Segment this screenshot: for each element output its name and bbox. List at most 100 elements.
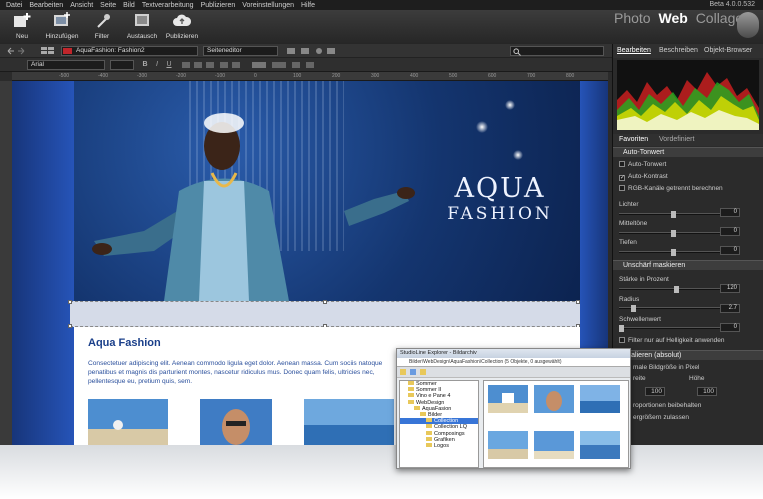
- menu-item-hilfe[interactable]: Hilfe: [301, 2, 315, 9]
- menu-item-bild[interactable]: Bild: [123, 2, 135, 9]
- filter-button[interactable]: Filter: [82, 12, 122, 40]
- italic-button[interactable]: I: [152, 60, 162, 70]
- explorer-toolbar: [397, 367, 630, 378]
- explorer-tool-icons[interactable]: [397, 367, 457, 377]
- lights-slider[interactable]: [619, 211, 727, 218]
- menu-item-ansicht[interactable]: Ansicht: [70, 2, 93, 9]
- page-body-text[interactable]: Consectetuer adipiscing elit. Aenean com…: [88, 359, 388, 386]
- view-tools-icon[interactable]: [285, 46, 345, 56]
- search-input[interactable]: [510, 46, 604, 56]
- layout-grid-icon[interactable]: [40, 46, 56, 56]
- allow-enlarge-label[interactable]: ergrößern zulassen: [633, 414, 689, 421]
- tab-beschreiben[interactable]: Beschreiben: [659, 47, 698, 54]
- threshold-slider[interactable]: [619, 325, 727, 332]
- tab-bearbeiten[interactable]: Bearbeiten: [617, 47, 651, 54]
- depths-value[interactable]: 0: [720, 246, 740, 255]
- width-input[interactable]: 100: [645, 387, 665, 396]
- resize-handle[interactable]: [68, 300, 72, 304]
- mode-photo[interactable]: Photo: [614, 10, 651, 26]
- thumbnail[interactable]: [580, 431, 620, 459]
- checkbox-checked[interactable]: ✓: [619, 175, 625, 181]
- font-size-select[interactable]: [110, 60, 134, 70]
- preset-tabs: Favoriten Vordefiniert: [613, 134, 763, 146]
- height-input[interactable]: 100: [697, 387, 717, 396]
- menu-item-bearbeiten[interactable]: Bearbeiten: [29, 2, 63, 9]
- lights-value[interactable]: 0: [720, 208, 740, 217]
- mode-web[interactable]: Web: [658, 10, 687, 26]
- slider-knob[interactable]: [674, 286, 679, 293]
- bold-button[interactable]: B: [140, 60, 150, 70]
- slider-knob[interactable]: [671, 211, 676, 218]
- thumbnail-grid[interactable]: [483, 380, 629, 468]
- auto-tone-checkbox[interactable]: Auto-Tonwert: [619, 161, 666, 168]
- pipette-icon: [97, 14, 110, 28]
- filter-lightness-checkbox[interactable]: Filter nur auf Helligkeit anwenden: [619, 337, 724, 344]
- editor-mode-select[interactable]: Seiteneditor: [203, 46, 278, 56]
- slider-knob[interactable]: [619, 325, 624, 332]
- depths-slider[interactable]: [619, 249, 727, 256]
- section-auto-tone[interactable]: Auto-Tonwert: [613, 147, 763, 157]
- checkbox-box[interactable]: [619, 185, 625, 191]
- tab-favoriten[interactable]: Favoriten: [619, 136, 648, 143]
- gallery-image-sea[interactable]: [304, 399, 394, 445]
- text-format-icons[interactable]: [180, 61, 330, 69]
- radius-slider[interactable]: [619, 305, 727, 312]
- thumbnail[interactable]: [534, 385, 574, 413]
- thumbnail[interactable]: [534, 431, 574, 459]
- strength-value[interactable]: 120: [720, 284, 740, 293]
- slider-knob[interactable]: [631, 305, 636, 312]
- threshold-value[interactable]: 0: [720, 323, 740, 332]
- exchange-label: Austausch: [126, 33, 158, 40]
- search-icon: [513, 48, 521, 56]
- underline-button[interactable]: U: [164, 60, 174, 70]
- auto-tone-label: Auto-Tonwert: [628, 161, 667, 168]
- document-select[interactable]: AquaFashion: Fashion2: [61, 46, 198, 56]
- strength-slider[interactable]: [619, 286, 727, 293]
- rgb-separate-checkbox[interactable]: RGB-Kanäle getrennt berechnen: [619, 185, 723, 192]
- publish-button[interactable]: Publizieren: [162, 12, 202, 40]
- mode-switcher: Photo Web Collage: [614, 10, 747, 26]
- tab-vordefiniert[interactable]: Vordefiniert: [659, 136, 694, 143]
- tree-item[interactable]: Logos: [400, 442, 478, 449]
- menu-item-publizieren[interactable]: Publizieren: [201, 2, 236, 9]
- resize-handle[interactable]: [68, 324, 72, 328]
- reflection: [0, 445, 763, 499]
- menu-item-textverarbeitung[interactable]: Textverarbeitung: [142, 2, 194, 9]
- add-button[interactable]: Hinzufügen: [42, 12, 82, 40]
- trash-icon[interactable]: [737, 12, 759, 38]
- ruler-label: -200: [176, 73, 187, 79]
- section-scale[interactable]: Skalieren (absolut): [613, 350, 763, 360]
- explorer-window[interactable]: StudioLine Explorer - Bildarchiv Bilder\…: [396, 348, 631, 469]
- slider-knob[interactable]: [671, 249, 676, 256]
- explorer-title[interactable]: StudioLine Explorer - Bildarchiv: [397, 349, 630, 358]
- thumbnail[interactable]: [488, 385, 528, 413]
- undo-redo-icon[interactable]: [4, 46, 28, 56]
- menu-item-datei[interactable]: Datei: [6, 2, 22, 9]
- mids-value[interactable]: 0: [720, 227, 740, 236]
- checkbox-box[interactable]: [619, 337, 625, 343]
- folder-tree[interactable]: Sommer Sommer II Vino e Pane 4 WebDesign…: [399, 380, 479, 468]
- page-heading[interactable]: Aqua Fashion: [88, 337, 161, 349]
- thumbnail[interactable]: [580, 385, 620, 413]
- checkbox-box[interactable]: [619, 161, 625, 167]
- tab-objekt-browser[interactable]: Objekt-Browser: [704, 47, 752, 54]
- hero-image[interactable]: AQUA FASHION: [74, 81, 580, 301]
- menu-item-seite[interactable]: Seite: [100, 2, 116, 9]
- auto-contrast-checkbox[interactable]: ✓ Auto-Kontrast: [619, 173, 668, 181]
- ruler-label: 400: [410, 73, 419, 79]
- thumbnail[interactable]: [488, 431, 528, 459]
- gallery-image-portrait[interactable]: [200, 399, 272, 445]
- font-family-select[interactable]: Arial: [27, 60, 105, 70]
- keep-proportions-label[interactable]: roportionen beibehalten: [633, 402, 701, 409]
- new-button[interactable]: Neu: [2, 12, 42, 40]
- slider-knob[interactable]: [671, 230, 676, 237]
- exchange-button[interactable]: Austausch: [122, 12, 162, 40]
- mids-slider[interactable]: [619, 230, 727, 237]
- resize-handle[interactable]: [323, 300, 327, 304]
- radius-value[interactable]: 2.7: [720, 304, 740, 313]
- menu-item-voreinstellungen[interactable]: Voreinstellungen: [242, 2, 294, 9]
- selected-element[interactable]: [68, 300, 580, 328]
- resize-handle[interactable]: [576, 300, 580, 304]
- gallery-image-beach[interactable]: [88, 399, 168, 445]
- section-unsharp[interactable]: Unschärf maskieren: [613, 260, 763, 270]
